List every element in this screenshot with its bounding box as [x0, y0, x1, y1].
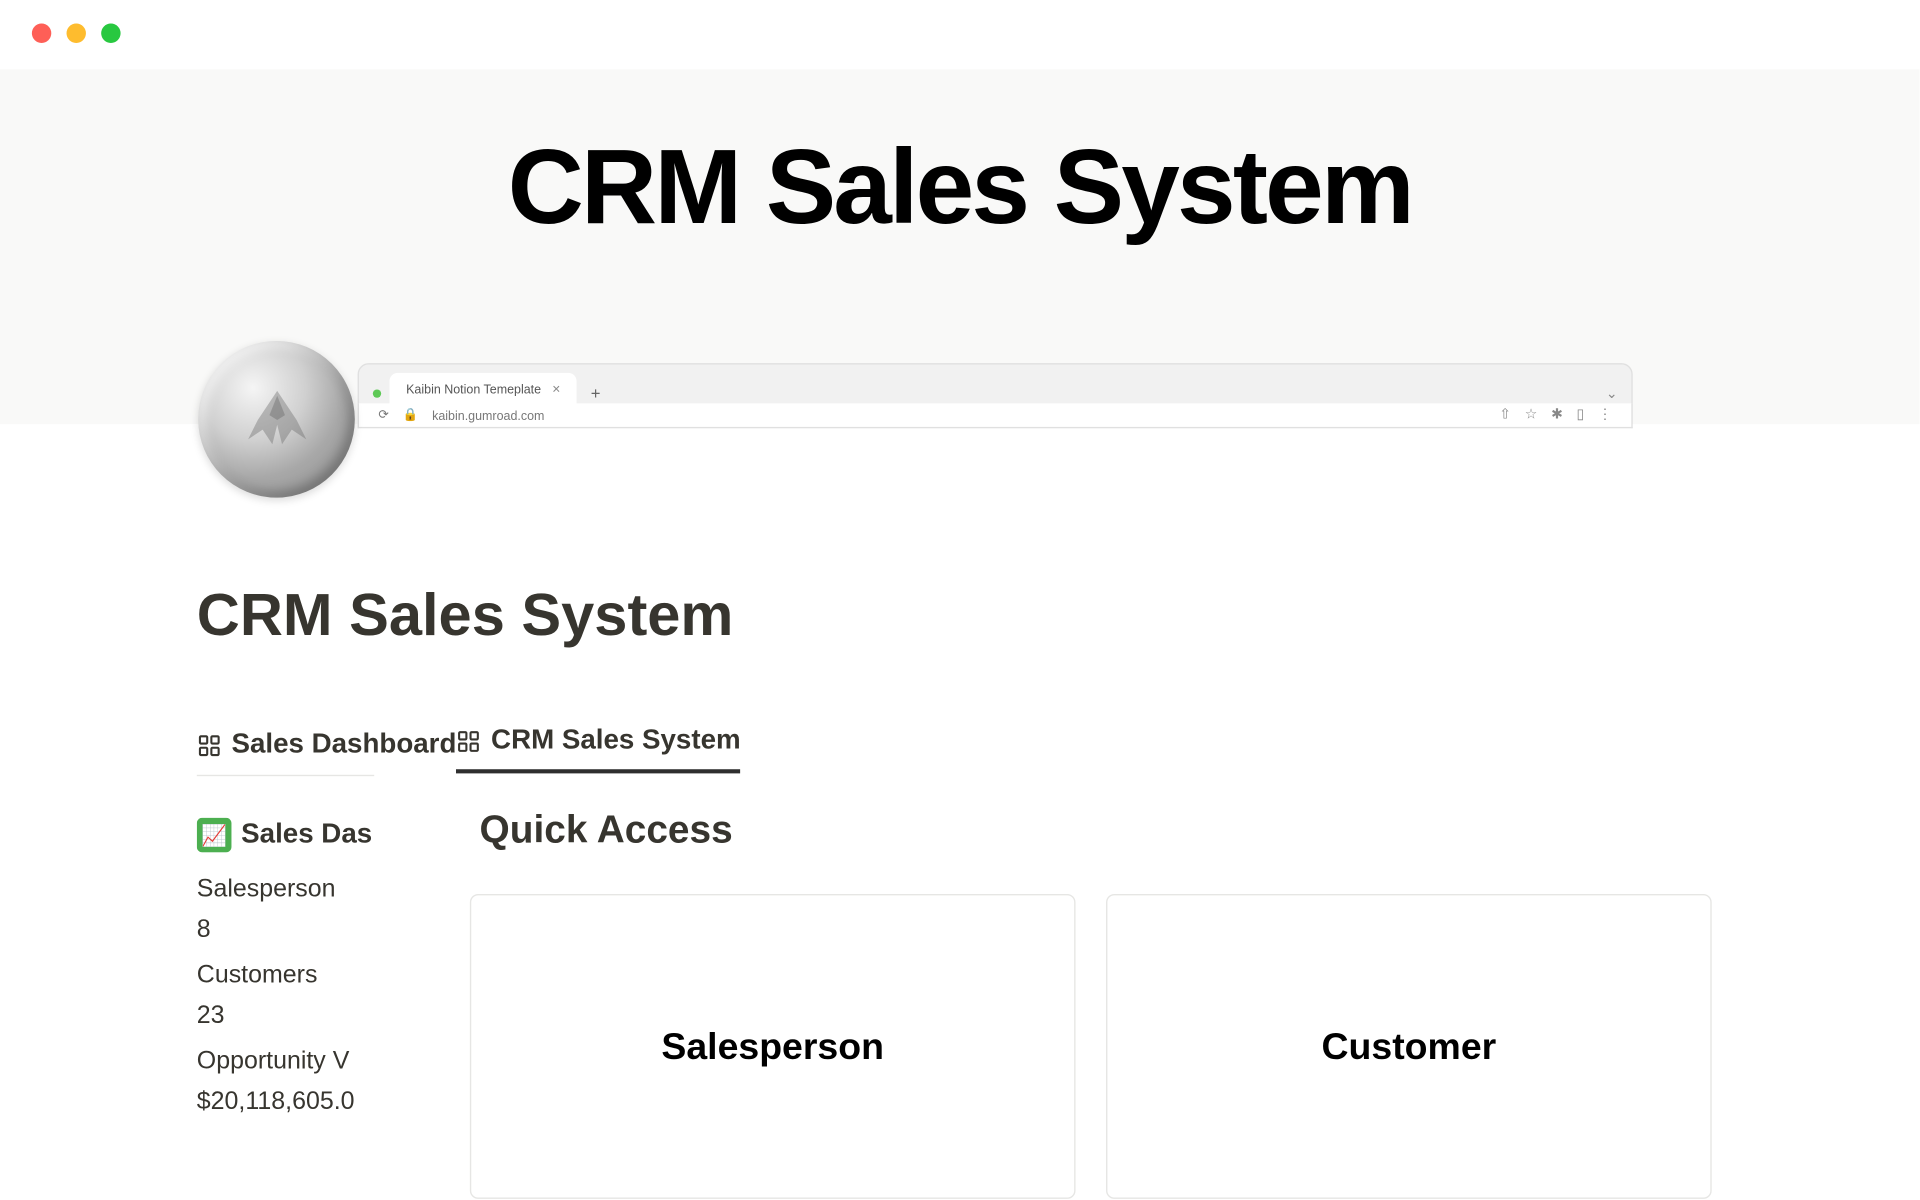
share-icon[interactable]: ⇧	[1499, 407, 1511, 422]
browser-tab-title: Kaibin Notion Temeplate	[406, 383, 541, 397]
browser-tab[interactable]: Kaibin Notion Temeplate ×	[389, 373, 576, 406]
stat-label-salesperson: Salesperson	[197, 875, 374, 904]
quick-access-cards: Salesperson Customer	[470, 894, 1712, 1199]
quick-access-heading: Quick Access	[480, 808, 1712, 852]
embedded-browser-urlbar: ⟳ 🔒 kaibin.gumroad.com ⇧ ☆ ✱ ▯ ⋮	[358, 403, 1633, 428]
browser-url[interactable]: kaibin.gumroad.com	[432, 408, 544, 422]
lock-icon: 🔒	[403, 407, 419, 422]
window-controls	[0, 0, 1920, 69]
card-title: Salesperson	[661, 1025, 884, 1068]
tab-crm-sales-system[interactable]: CRM Sales System	[456, 717, 740, 774]
page-title: CRM Sales System	[197, 582, 1712, 650]
card-title: Customer	[1322, 1025, 1497, 1068]
panel-icon[interactable]: ▯	[1577, 407, 1585, 422]
tab-label: Sales Dashboard	[231, 729, 456, 761]
chart-emoji-icon: 📈	[197, 818, 232, 853]
minimize-window-button[interactable]	[67, 24, 86, 43]
stat-value-customers: 23	[197, 1001, 374, 1030]
eagle-icon	[228, 371, 325, 468]
chevron-down-icon[interactable]: ⌄	[1606, 386, 1618, 401]
view-tabs: Sales Dashboard CRM Sales System	[197, 717, 1712, 775]
stat-value-salesperson: 8	[197, 915, 374, 944]
kebab-menu-icon[interactable]: ⋮	[1598, 407, 1612, 422]
close-tab-icon[interactable]: ×	[552, 382, 560, 397]
tab-label: CRM Sales System	[491, 725, 741, 757]
extension-icon[interactable]: ✱	[1551, 407, 1563, 422]
stat-label-customers: Customers	[197, 960, 374, 989]
stat-value-opportunity: $20,118,605.0	[197, 1087, 374, 1116]
maximize-window-button[interactable]	[101, 24, 120, 43]
new-tab-icon[interactable]: +	[591, 384, 601, 403]
grid-icon	[197, 733, 222, 758]
sidebar-card-title: Sales Das	[241, 819, 372, 851]
browser-status-dot-icon	[373, 389, 381, 397]
star-icon[interactable]: ☆	[1525, 407, 1537, 422]
hero-title: CRM Sales System	[0, 128, 1920, 249]
page-avatar-coin-icon[interactable]	[198, 341, 355, 498]
sidebar-stats-card: 📈 Sales Das Salesperson 8 Customers 23 O…	[197, 775, 374, 1199]
tab-sales-dashboard[interactable]: Sales Dashboard	[197, 721, 457, 770]
grid-icon	[456, 728, 481, 753]
stat-label-opportunity: Opportunity V	[197, 1046, 374, 1075]
reload-icon[interactable]: ⟳	[378, 407, 388, 422]
card-salesperson[interactable]: Salesperson	[470, 894, 1076, 1199]
close-window-button[interactable]	[32, 24, 51, 43]
sidebar-card-title-row[interactable]: 📈 Sales Das	[197, 818, 374, 853]
card-customer[interactable]: Customer	[1106, 894, 1712, 1199]
